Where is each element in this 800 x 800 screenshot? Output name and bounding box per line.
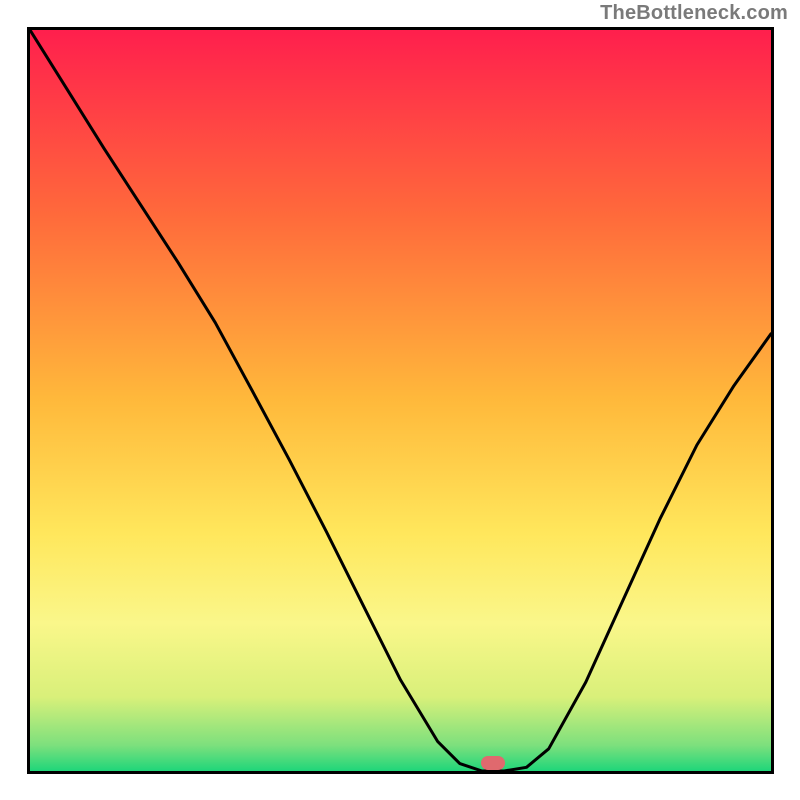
plot-frame: [27, 27, 774, 774]
bottleneck-curve: [30, 30, 771, 771]
plot-inner: [30, 30, 771, 771]
minimum-marker: [481, 756, 505, 770]
watermark-text: TheBottleneck.com: [600, 2, 788, 25]
curve-layer: [30, 30, 771, 771]
